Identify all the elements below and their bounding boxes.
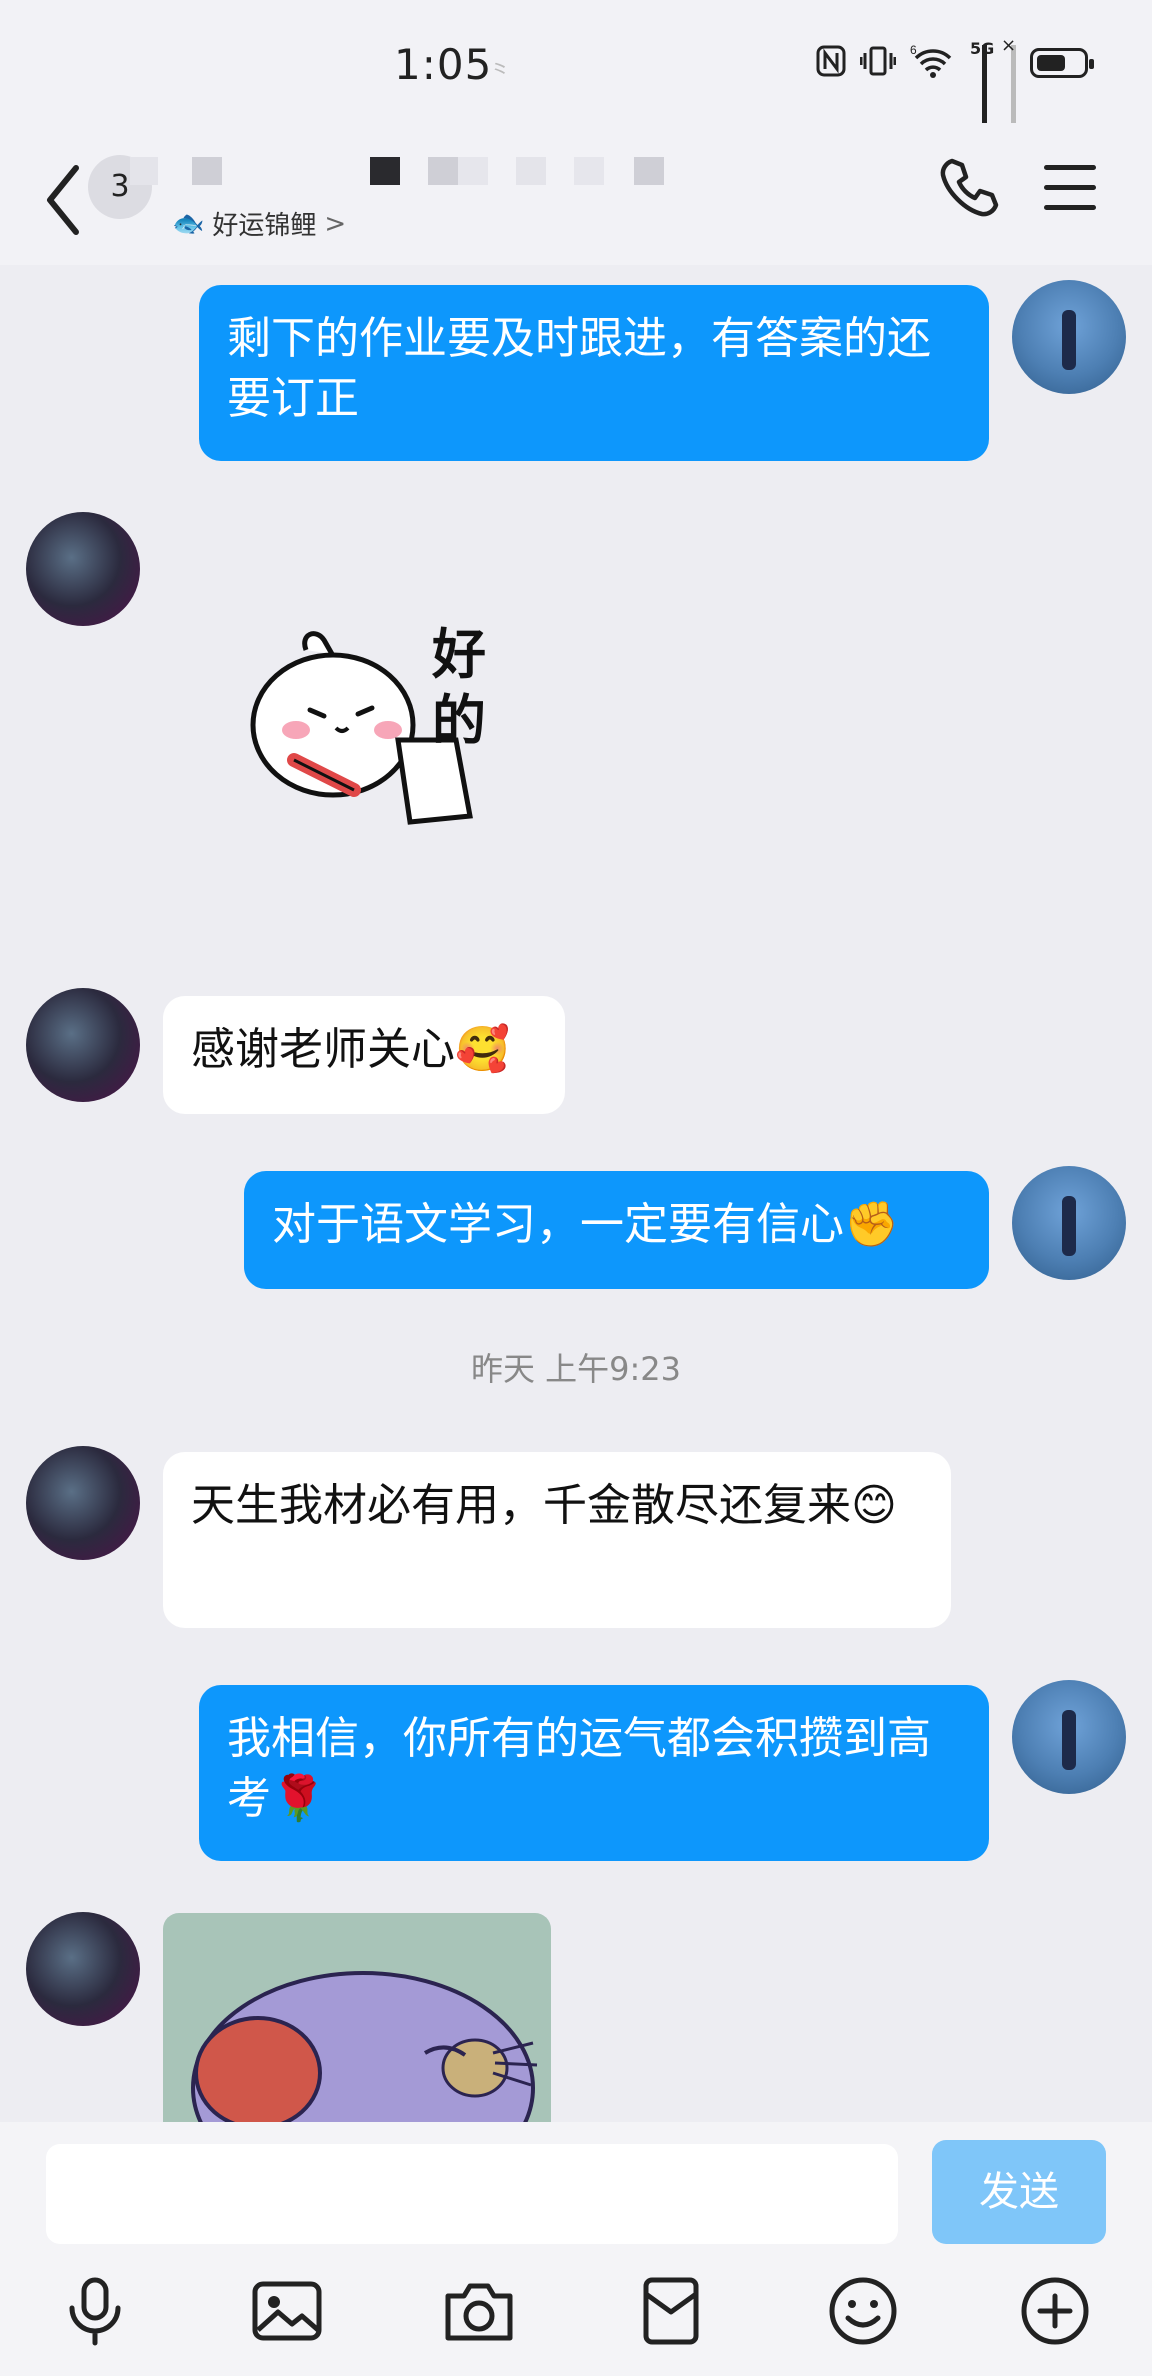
- menu-line: [1044, 165, 1096, 170]
- emoji-icon: [829, 2277, 897, 2345]
- menu-line: [1044, 205, 1096, 210]
- back-button[interactable]: [40, 160, 90, 240]
- message-input[interactable]: [46, 2144, 898, 2244]
- contact-avatar[interactable]: [26, 1912, 140, 2026]
- cartoon-mouse-image: [191, 1971, 538, 2123]
- hug-emoji: 🥰: [455, 1024, 510, 1075]
- phone-icon: [940, 158, 999, 217]
- more-actions-button[interactable]: [1018, 2274, 1092, 2348]
- send-button[interactable]: 发送: [932, 2140, 1106, 2244]
- microphone-icon: [69, 2277, 121, 2346]
- smile-emoji: 😊: [851, 1480, 897, 1531]
- status-icons: 6 5G ×: [816, 35, 1094, 123]
- contact-avatar[interactable]: [26, 512, 140, 626]
- sticker-text: 好的: [432, 623, 486, 752]
- signal-dim-icon: ×: [1001, 35, 1016, 123]
- rose-emoji: 🌹: [271, 1773, 326, 1824]
- contact-status-tag[interactable]: 🐟 好运锦鲤 >: [172, 205, 346, 242]
- message-text: 剩下的作业要及时跟进，有答案的还要订正: [227, 313, 931, 424]
- network-type-label: 5G: [970, 39, 995, 58]
- self-avatar[interactable]: [1012, 1680, 1126, 1794]
- camera-button[interactable]: [442, 2274, 516, 2348]
- chat-header: 3 🐟 好运锦鲤 >: [0, 135, 1152, 265]
- message-bubble-self[interactable]: 剩下的作业要及时跟进，有答案的还要订正: [199, 285, 989, 461]
- menu-line: [1044, 185, 1096, 190]
- red-packet-icon: [643, 2277, 699, 2345]
- plus-icon: [1021, 2277, 1089, 2345]
- signal-5g-icon: 5G: [970, 39, 994, 123]
- contact-avatar[interactable]: [26, 1446, 140, 1560]
- contact-status-text: 好运锦鲤: [212, 211, 317, 241]
- gallery-button[interactable]: [250, 2274, 324, 2348]
- fist-emoji: ✊: [844, 1199, 899, 1250]
- message-text: 感谢老师关心: [191, 1024, 455, 1075]
- signal-slot-text: 6: [910, 44, 917, 57]
- voice-input-button[interactable]: [58, 2274, 132, 2348]
- self-avatar[interactable]: [1012, 280, 1126, 394]
- nfc-icon: [816, 45, 846, 81]
- vibrate-icon: [859, 45, 897, 81]
- status-extra-glyph: ⺀: [488, 58, 512, 86]
- contact-avatar[interactable]: [26, 988, 140, 1102]
- koi-icon: 🐟: [172, 208, 205, 239]
- self-avatar[interactable]: [1012, 1166, 1126, 1280]
- camera-icon: [445, 2283, 513, 2341]
- message-text: 对于语文学习，一定要有信心: [272, 1199, 844, 1250]
- message-timestamp: 昨天 上午9:23: [470, 1350, 682, 1388]
- message-bubble-self[interactable]: 我相信，你所有的运气都会积攒到高考🌹: [199, 1685, 989, 1861]
- image-message[interactable]: [163, 1913, 551, 2123]
- message-bubble-other[interactable]: 天生我材必有用，千金散尽还复来😊: [163, 1452, 951, 1628]
- image-icon: [252, 2281, 322, 2341]
- message-bubble-self[interactable]: 对于语文学习，一定要有信心✊: [244, 1171, 989, 1289]
- status-chevron-icon: >: [324, 208, 347, 239]
- chevron-left-icon: [47, 165, 79, 235]
- voice-call-button[interactable]: [938, 157, 1000, 219]
- message-bubble-other[interactable]: 感谢老师关心🥰: [163, 996, 565, 1114]
- more-menu-button[interactable]: [1044, 165, 1096, 211]
- input-bar: 发送: [0, 2122, 1152, 2376]
- wifi-icon: 6: [910, 43, 956, 82]
- message-text: 我相信，你所有的运气都会积攒到高考: [227, 1713, 931, 1824]
- battery-icon: [1030, 48, 1094, 78]
- status-time: 1:05: [394, 40, 493, 89]
- message-text: 天生我材必有用，千金散尽还复来: [191, 1480, 851, 1531]
- status-bar: 1:05 ⺀ 6 5G ×: [0, 0, 1152, 135]
- red-packet-button[interactable]: [634, 2274, 708, 2348]
- emoji-button[interactable]: [826, 2274, 900, 2348]
